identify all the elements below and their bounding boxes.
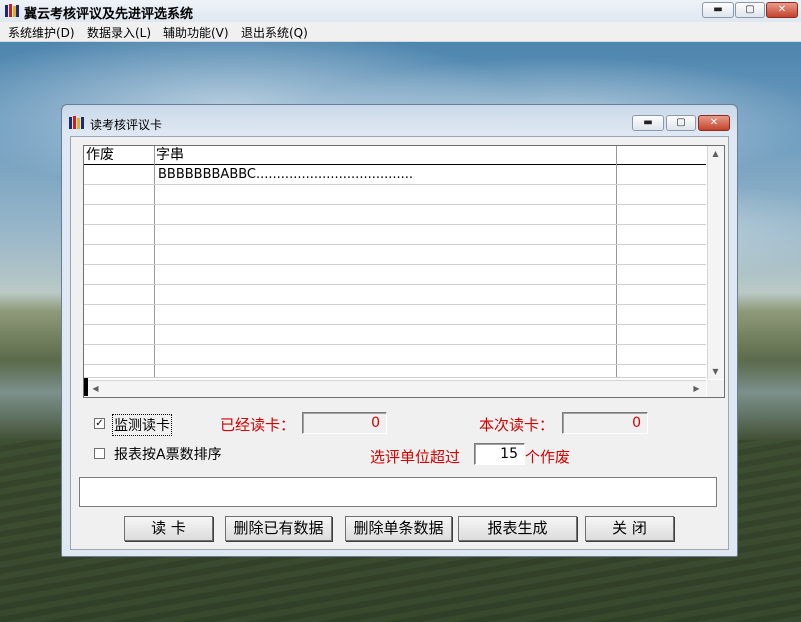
dialog-title-bar[interactable]: 读考核评议卡 ▬ ▢ ✕ xyxy=(62,105,737,135)
minimize-icon: ▬ xyxy=(643,117,653,128)
dialog-close-button[interactable]: ✕ xyxy=(698,115,730,131)
dialog-minimize-button[interactable]: ▬ xyxy=(632,115,664,131)
this-read-label: 本次读卡： xyxy=(479,416,555,434)
scrollbar-corner xyxy=(707,380,724,397)
scroll-up-icon[interactable]: ▲ xyxy=(708,146,723,161)
app-icon xyxy=(5,4,19,17)
this-read-count-field: 0 xyxy=(562,412,648,434)
row-selector-marker xyxy=(84,378,88,396)
menu-exit-system[interactable]: 退出系统(Q) xyxy=(241,24,308,41)
scroll-right-icon[interactable]: ▶ xyxy=(689,381,704,396)
menu-system-maintenance[interactable]: 系统维护(D) xyxy=(8,24,75,41)
delete-all-data-button[interactable]: 删除已有数据 xyxy=(225,516,332,541)
minimize-button[interactable]: ▬ xyxy=(702,2,734,18)
dialog-icon xyxy=(69,116,84,129)
app-title-bar[interactable]: 冀云考核评议及先进评选系统 ▬ ▢ ✕ xyxy=(0,0,801,23)
menu-data-entry[interactable]: 数据录入(L) xyxy=(87,24,151,41)
close-button[interactable]: ✕ xyxy=(766,2,798,18)
table-row[interactable] xyxy=(84,245,706,265)
table-row[interactable] xyxy=(84,365,706,378)
scroll-left-icon[interactable]: ◀ xyxy=(88,381,103,396)
table-row[interactable] xyxy=(84,285,706,305)
close-dialog-button[interactable]: 关 闭 xyxy=(585,516,674,541)
horizontal-scrollbar[interactable]: ◀ ▶ xyxy=(84,380,706,397)
column-header-string[interactable]: 字串 xyxy=(154,146,616,164)
table-row[interactable] xyxy=(84,205,706,225)
threshold-suffix-label: 个作废 xyxy=(525,448,571,466)
sort-by-a-votes-checkbox[interactable] xyxy=(94,448,105,459)
cell-string[interactable]: BBBBBBBABBC.............................… xyxy=(154,165,618,184)
dialog-client-area: 作废 字串 BBBBBBBABBC.......................… xyxy=(70,136,729,550)
grid-header: 作废 字串 xyxy=(84,146,706,165)
monitor-read-checkbox[interactable]: ✓ xyxy=(94,418,105,429)
scroll-down-icon[interactable]: ▼ xyxy=(708,364,723,379)
delete-single-data-button[interactable]: 删除单条数据 xyxy=(345,516,452,541)
column-header-void[interactable]: 作废 xyxy=(84,146,154,164)
sort-by-a-votes-label[interactable]: 报表按A票数排序 xyxy=(114,444,222,464)
threshold-input[interactable]: 15 xyxy=(474,443,525,465)
vertical-scrollbar[interactable]: ▲ ▼ xyxy=(707,146,724,379)
generate-report-button[interactable]: 报表生成 xyxy=(458,516,577,541)
table-row[interactable]: BBBBBBBABBC.............................… xyxy=(84,165,706,185)
cell-void[interactable] xyxy=(84,165,154,184)
dialog-maximize-button[interactable]: ▢ xyxy=(666,115,696,131)
close-icon: ✕ xyxy=(777,4,787,15)
maximize-icon: ▢ xyxy=(676,117,686,128)
table-row[interactable] xyxy=(84,305,706,325)
table-row[interactable] xyxy=(84,345,706,365)
read-card-button[interactable]: 读 卡 xyxy=(124,516,213,541)
app-title: 冀云考核评议及先进评选系统 xyxy=(24,7,194,22)
minimize-icon: ▬ xyxy=(713,4,723,15)
table-row[interactable] xyxy=(84,185,706,205)
table-row[interactable] xyxy=(84,265,706,285)
table-row[interactable] xyxy=(84,325,706,345)
maximize-button[interactable]: ▢ xyxy=(735,2,765,18)
dialog-title: 读考核评议卡 xyxy=(90,118,163,132)
already-read-count-field: 0 xyxy=(302,412,387,434)
menu-bar: 系统维护(D) 数据录入(L) 辅助功能(V) 退出系统(Q) xyxy=(0,22,801,42)
table-row[interactable] xyxy=(84,225,706,245)
message-textbox[interactable] xyxy=(79,477,717,507)
threshold-prefix-label: 选评单位超过 xyxy=(370,448,461,466)
check-mark-icon: ✓ xyxy=(95,418,104,429)
restore-icon: ▢ xyxy=(745,4,755,15)
read-card-dialog: 读考核评议卡 ▬ ▢ ✕ 作废 字串 BBBBBBBABBC..........… xyxy=(61,104,738,557)
monitor-read-label[interactable]: 监测读卡 xyxy=(112,414,172,436)
already-read-label: 已经读卡： xyxy=(220,416,296,434)
menu-auxiliary[interactable]: 辅助功能(V) xyxy=(163,24,229,41)
card-data-grid[interactable]: 作废 字串 BBBBBBBABBC.......................… xyxy=(83,145,725,398)
close-icon: ✕ xyxy=(709,117,719,128)
